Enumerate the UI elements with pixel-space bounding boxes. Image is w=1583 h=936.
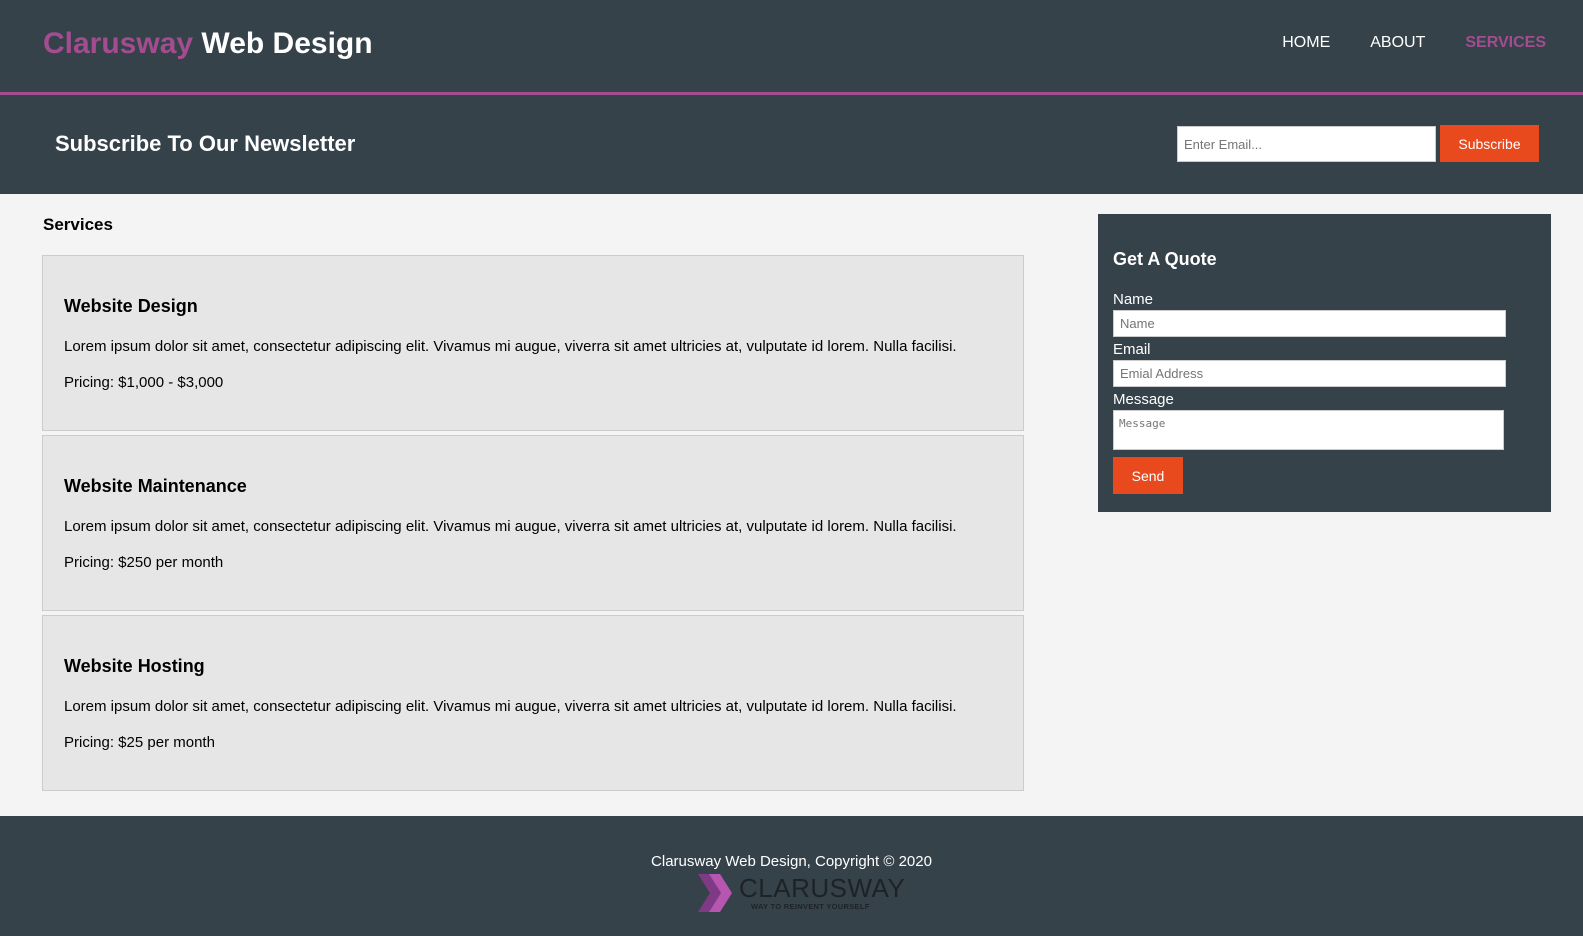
email-input[interactable] — [1113, 360, 1506, 387]
service-title: Website Design — [64, 296, 198, 316]
logo-tagline: WAY TO REINVENT YOURSELF — [751, 902, 870, 911]
site-footer: Clarusway Web Design, Copyright © 2020 C… — [0, 816, 1583, 936]
service-description: Lorem ipsum dolor sit amet, consectetur … — [64, 518, 957, 535]
quote-title: Get A Quote — [1113, 249, 1217, 269]
service-card: Website Design Lorem ipsum dolor sit ame… — [42, 255, 1024, 431]
newsletter-title: Subscribe To Our Newsletter — [55, 131, 356, 156]
newsletter-section: Subscribe To Our Newsletter Subscribe — [0, 95, 1583, 194]
name-label: Name — [1113, 291, 1154, 308]
message-label: Message — [1113, 391, 1174, 408]
service-title: Website Hosting — [64, 656, 205, 676]
brand-rest: Web Design — [201, 27, 373, 60]
service-pricing: Pricing: $25 per month — [64, 734, 215, 751]
email-label: Email — [1113, 341, 1151, 358]
main-nav: HOME ABOUT SERVICES — [1282, 34, 1546, 52]
service-card: Website Hosting Lorem ipsum dolor sit am… — [42, 615, 1024, 791]
service-description: Lorem ipsum dolor sit amet, consectetur … — [64, 338, 957, 355]
subscribe-button[interactable]: Subscribe — [1440, 125, 1539, 162]
message-textarea[interactable] — [1113, 410, 1504, 450]
name-input[interactable] — [1113, 310, 1506, 337]
service-description: Lorem ipsum dolor sit amet, consectetur … — [64, 698, 957, 715]
newsletter-email-input[interactable] — [1177, 126, 1436, 162]
brand-highlight: Clarusway — [43, 27, 194, 60]
site-branding[interactable]: Clarusway Web Design — [43, 27, 373, 61]
quote-sidebar: Get A Quote Name Email Message Send — [1098, 214, 1551, 512]
service-pricing: Pricing: $250 per month — [64, 554, 224, 571]
service-card: Website Maintenance Lorem ipsum dolor si… — [42, 435, 1024, 611]
site-header: Clarusway Web Design HOME ABOUT SERVICES — [0, 0, 1583, 92]
nav-services-link[interactable]: SERVICES — [1465, 34, 1546, 52]
nav-home-link[interactable]: HOME — [1282, 34, 1330, 52]
send-button[interactable]: Send — [1113, 457, 1183, 494]
nav-about-link[interactable]: ABOUT — [1370, 34, 1425, 52]
chevron-logo-icon — [698, 874, 732, 912]
clarusway-logo: CLARUSWAY WAY TO REINVENT YOURSELF — [697, 872, 907, 914]
page-title: Services — [43, 215, 113, 234]
quote-form: Name Email Message Send — [1113, 291, 1536, 494]
service-title: Website Maintenance — [64, 476, 247, 496]
service-pricing: Pricing: $1,000 - $3,000 — [64, 374, 224, 391]
logo-wordmark: CLARUSWAY — [739, 873, 906, 903]
copyright-text: Clarusway Web Design, Copyright © 2020 — [651, 853, 932, 870]
